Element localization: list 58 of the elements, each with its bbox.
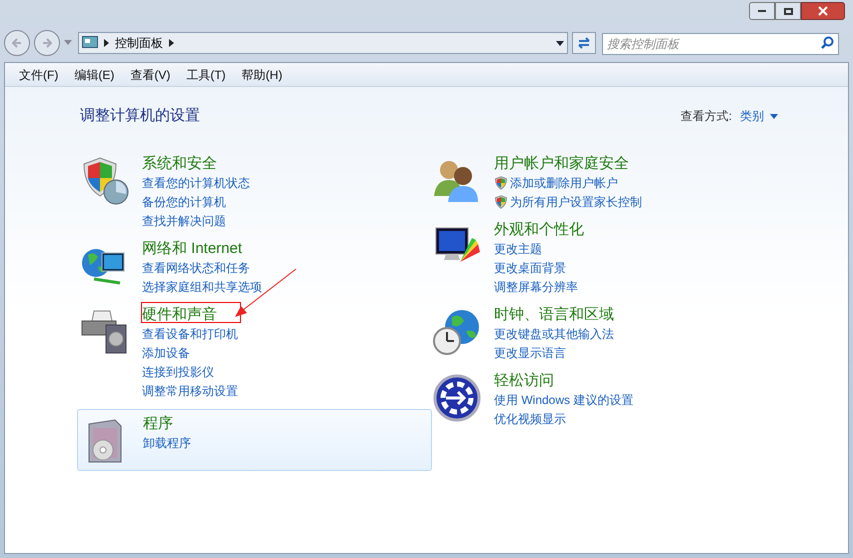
task-link[interactable]: 更改主题 (494, 240, 542, 258)
task-link[interactable]: 更改键盘或其他输入法 (494, 325, 614, 343)
menu-item[interactable]: 帮助(H) (242, 66, 282, 84)
chevron-icon (104, 39, 109, 47)
task-link[interactable]: 选择家庭组和共享选项 (142, 278, 262, 296)
task-link[interactable]: 更改显示语言 (494, 344, 566, 362)
back-button[interactable] (4, 30, 30, 56)
menu-item[interactable]: 编辑(E) (74, 66, 114, 84)
task-link[interactable]: 连接到投影仪 (142, 363, 214, 381)
chevron-icon (169, 39, 174, 47)
refresh-button[interactable] (572, 32, 596, 54)
task-link[interactable]: 查看网络状态和任务 (142, 259, 250, 277)
close-button[interactable] (801, 2, 845, 20)
menu-item[interactable]: 文件(F) (19, 66, 58, 84)
task-link[interactable]: 调整屏幕分辨率 (494, 278, 578, 296)
caret-icon (770, 114, 778, 119)
menu-item[interactable]: 查看(V) (130, 66, 170, 84)
category-link[interactable]: 程序 (143, 414, 173, 434)
maximize-button[interactable] (775, 2, 801, 20)
view-by-label: 查看方式: (680, 108, 732, 126)
task-link[interactable]: 为所有用户设置家长控制 (510, 193, 642, 211)
address-path: 控制面板 (115, 35, 163, 52)
minimize-button[interactable] (749, 2, 775, 20)
task-link[interactable]: 使用 Windows 建议的设置 (494, 391, 634, 409)
control-panel-icon (82, 36, 98, 50)
close-icon (818, 6, 828, 16)
forward-button[interactable] (34, 30, 60, 56)
task-link[interactable]: 添加或删除用户帐户 (510, 174, 618, 192)
category-link[interactable]: 用户帐户和家庭安全 (494, 154, 629, 174)
task-link[interactable]: 查找并解决问题 (142, 212, 226, 230)
task-link[interactable]: 查看设备和打印机 (142, 325, 238, 343)
task-link[interactable]: 查看您的计算机状态 (142, 174, 250, 192)
dropdown-caret-icon (556, 40, 564, 46)
dropdown-caret-icon (64, 40, 72, 46)
task-link[interactable]: 调整常用移动设置 (142, 382, 238, 400)
refresh-arrows-icon (577, 37, 591, 49)
task-link[interactable]: 卸载程序 (143, 434, 191, 452)
forward-arrow-icon (41, 37, 53, 49)
search-icon (821, 36, 834, 49)
search-field[interactable]: 搜索控制面板 (602, 33, 839, 55)
category-link[interactable]: 网络和 Internet (142, 238, 242, 258)
accessibility-icon (432, 372, 482, 422)
task-link[interactable]: 备份您的计算机 (142, 193, 226, 211)
address-bar[interactable]: 控制面板 (78, 32, 568, 54)
page-heading: 调整计算机的设置 (80, 106, 200, 126)
menu-item[interactable]: 工具(T) (186, 66, 226, 84)
task-link[interactable]: 优化视频显示 (494, 410, 566, 428)
category-link[interactable]: 硬件和声音 (142, 304, 217, 324)
category-link[interactable]: 时钟、语言和区域 (494, 304, 614, 324)
task-link[interactable]: 更改桌面背景 (494, 259, 566, 277)
category-link[interactable]: 系统和安全 (142, 154, 217, 174)
shield-icon (494, 195, 508, 209)
category-link[interactable]: 外观和个性化 (494, 220, 584, 240)
category-link[interactable]: 轻松访问 (494, 370, 554, 390)
task-link[interactable]: 添加设备 (142, 344, 190, 362)
view-by-dropdown[interactable]: 类别 (740, 107, 778, 126)
shield-icon (494, 176, 508, 190)
back-arrow-icon (11, 37, 23, 49)
